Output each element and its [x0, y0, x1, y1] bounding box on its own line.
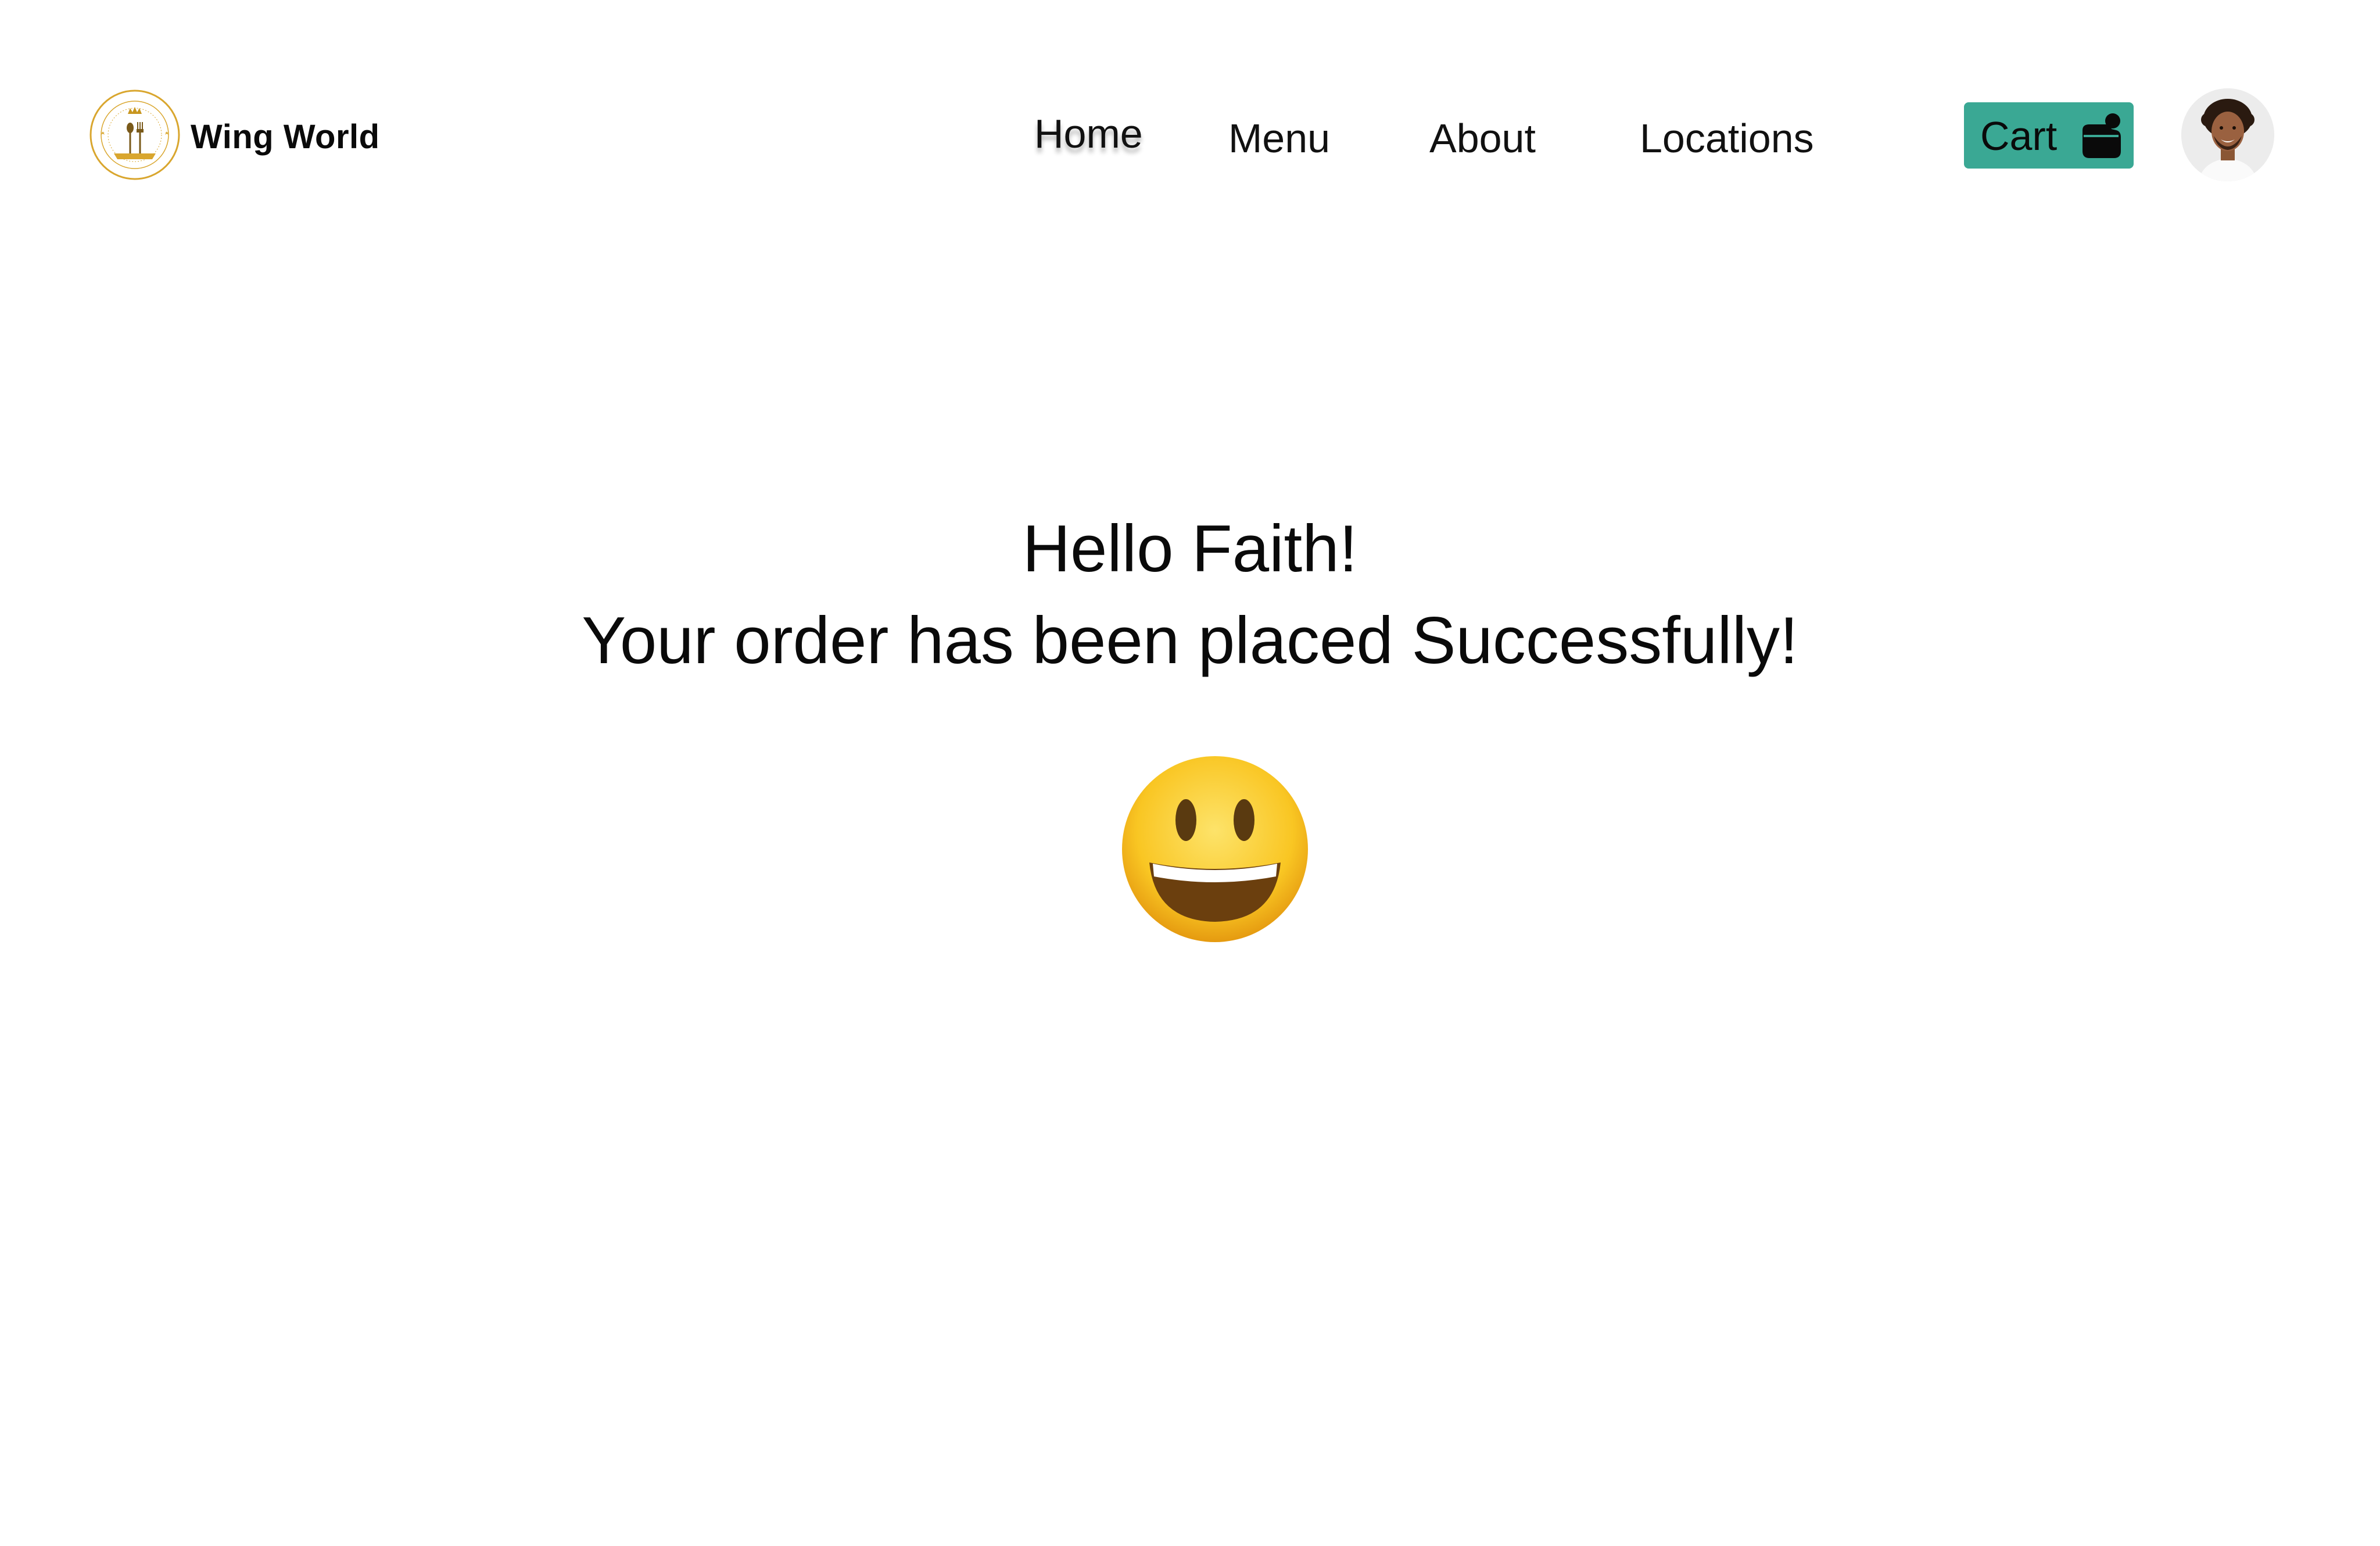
user-avatar[interactable] [2181, 88, 2274, 181]
wing-world-logo-icon[interactable] [88, 88, 181, 181]
cart-button[interactable]: Cart [1964, 102, 2134, 169]
nav-locations-link[interactable]: Locations [1640, 115, 1814, 162]
cart-button-label: Cart [1980, 113, 2058, 159]
brand-name[interactable]: Wing World [191, 117, 380, 156]
nav-home-link[interactable]: Home [1034, 110, 1143, 157]
nav-menu-link[interactable]: Menu [1228, 115, 1330, 162]
smiling-face-icon [1122, 756, 1308, 942]
order-success-page: Wing World Home Menu About Locations Car… [0, 0, 2380, 1546]
greeting-heading: Hello Faith! [1022, 512, 1358, 586]
nav-about-link[interactable]: About [1429, 115, 1536, 162]
shopping-bag-icon [2082, 113, 2121, 158]
order-confirmation-message: Your order has been placed Successfully! [582, 604, 1798, 678]
